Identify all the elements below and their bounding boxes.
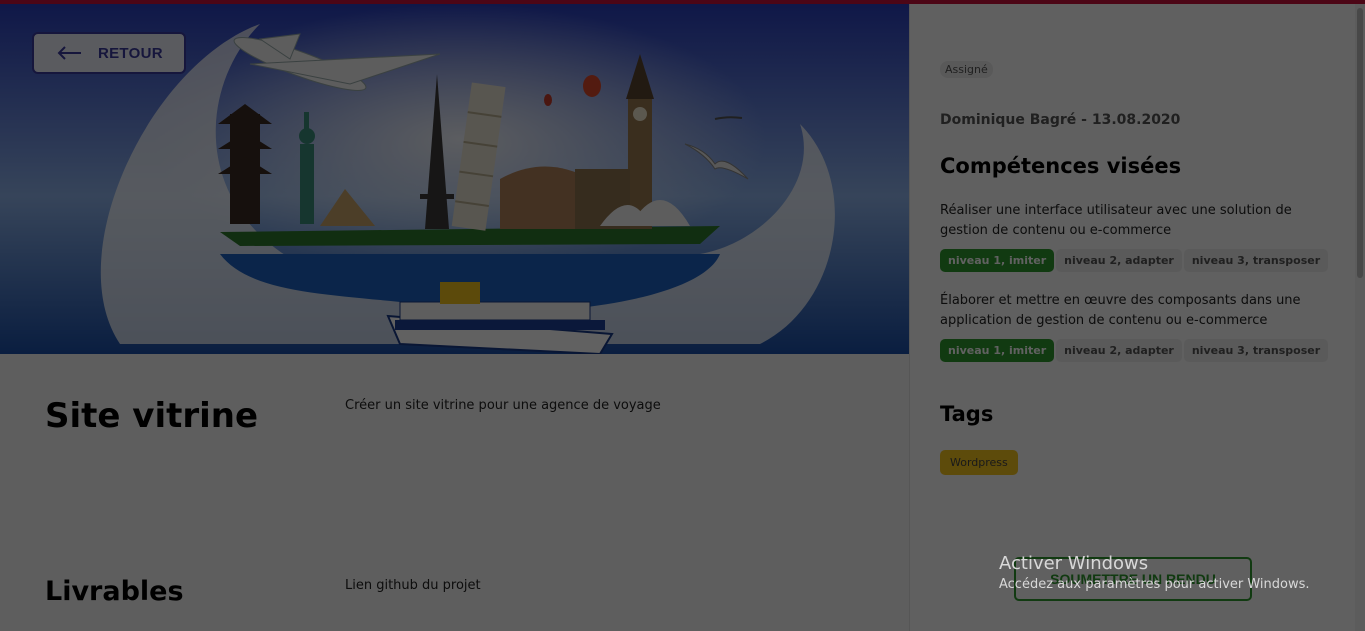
author-date: Dominique Bagré - 13.08.2020 xyxy=(940,112,1181,128)
activation-subtitle: Accédez aux paramètres pour activer Wind… xyxy=(999,577,1310,592)
skill-description: Réaliser une interface utilisateur avec … xyxy=(940,203,1292,238)
level-3-chip[interactable]: niveau 3, transposer xyxy=(1183,339,1329,362)
project-main: Site vitrine Créer un site vitrine pour … xyxy=(0,354,909,631)
level-2-chip[interactable]: niveau 2, adapter xyxy=(1056,339,1182,362)
deliverables-title: Livrables xyxy=(45,576,184,607)
deliverables-text: Lien github du projet xyxy=(345,578,481,593)
tag-wordpress[interactable]: Wordpress xyxy=(940,450,1018,475)
skills-title: Compétences visées xyxy=(940,154,1182,178)
level-2-chip[interactable]: niveau 2, adapter xyxy=(1056,249,1182,272)
project-description: Créer un site vitrine pour une agence de… xyxy=(345,398,661,413)
tags-title: Tags xyxy=(940,402,994,426)
arrow-left-icon xyxy=(57,46,81,60)
level-1-chip[interactable]: niveau 1, imiter xyxy=(940,339,1055,362)
scrollbar-thumb[interactable] xyxy=(1357,8,1363,278)
back-button-label: RETOUR xyxy=(98,44,163,62)
project-sidebar: Assigné Dominique Bagré - 13.08.2020 Com… xyxy=(909,4,1355,631)
skill-levels: niveau 1, imiter niveau 2, adapter nivea… xyxy=(940,339,1329,362)
scrollbar[interactable] xyxy=(1355,4,1365,631)
status-badge: Assigné xyxy=(940,61,993,78)
project-title: Site vitrine xyxy=(45,396,259,436)
skill-levels: niveau 1, imiter niveau 2, adapter nivea… xyxy=(940,249,1329,272)
activation-title: Activer Windows xyxy=(999,553,1149,574)
skill-description: Élaborer et mettre en œuvre des composan… xyxy=(940,293,1301,328)
level-1-chip[interactable]: niveau 1, imiter xyxy=(940,249,1055,272)
hero-image: RETOUR xyxy=(0,4,909,354)
windows-activation-watermark: Activer Windows Accédez aux paramètres p… xyxy=(999,553,1310,595)
back-button[interactable]: RETOUR xyxy=(32,32,186,74)
level-3-chip[interactable]: niveau 3, transposer xyxy=(1183,249,1329,272)
